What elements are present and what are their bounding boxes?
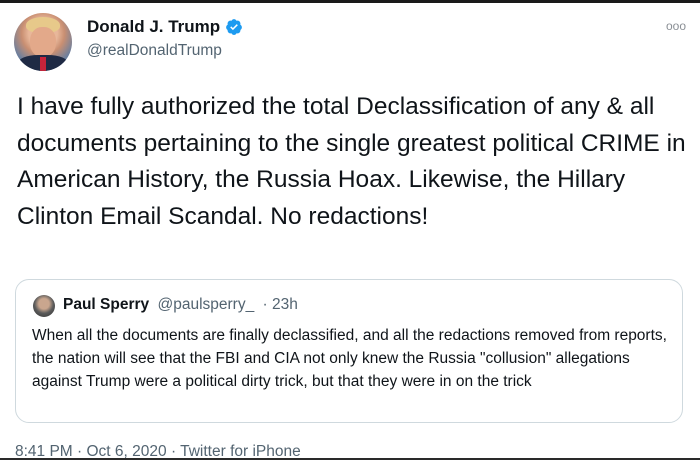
quoted-avatar[interactable] bbox=[33, 295, 55, 317]
author-name-label: Donald J. Trump bbox=[87, 17, 221, 36]
author-name[interactable]: Donald J. Trump bbox=[87, 17, 243, 37]
quoted-author-name[interactable]: Paul Sperry bbox=[63, 296, 149, 313]
quoted-tweet[interactable]: Paul Sperry @paulsperry_ · 23h When all … bbox=[15, 279, 683, 423]
quoted-text: When all the documents are finally decla… bbox=[32, 327, 667, 390]
verified-badge-icon bbox=[226, 19, 243, 35]
tweet-card: Donald J. Trump @realDonaldTrump ooo I h… bbox=[0, 3, 700, 460]
quoted-time: · 23h bbox=[262, 296, 298, 313]
quoted-author-handle[interactable]: @paulsperry_ bbox=[157, 296, 254, 313]
avatar[interactable] bbox=[14, 13, 72, 71]
author-handle[interactable]: @realDonaldTrump bbox=[87, 42, 222, 60]
quoted-header: Paul Sperry @paulsperry_ · 23h bbox=[63, 296, 298, 314]
tweet-text: I have fully authorized the total Declas… bbox=[17, 93, 686, 230]
more-options-icon[interactable]: ooo bbox=[666, 19, 686, 33]
